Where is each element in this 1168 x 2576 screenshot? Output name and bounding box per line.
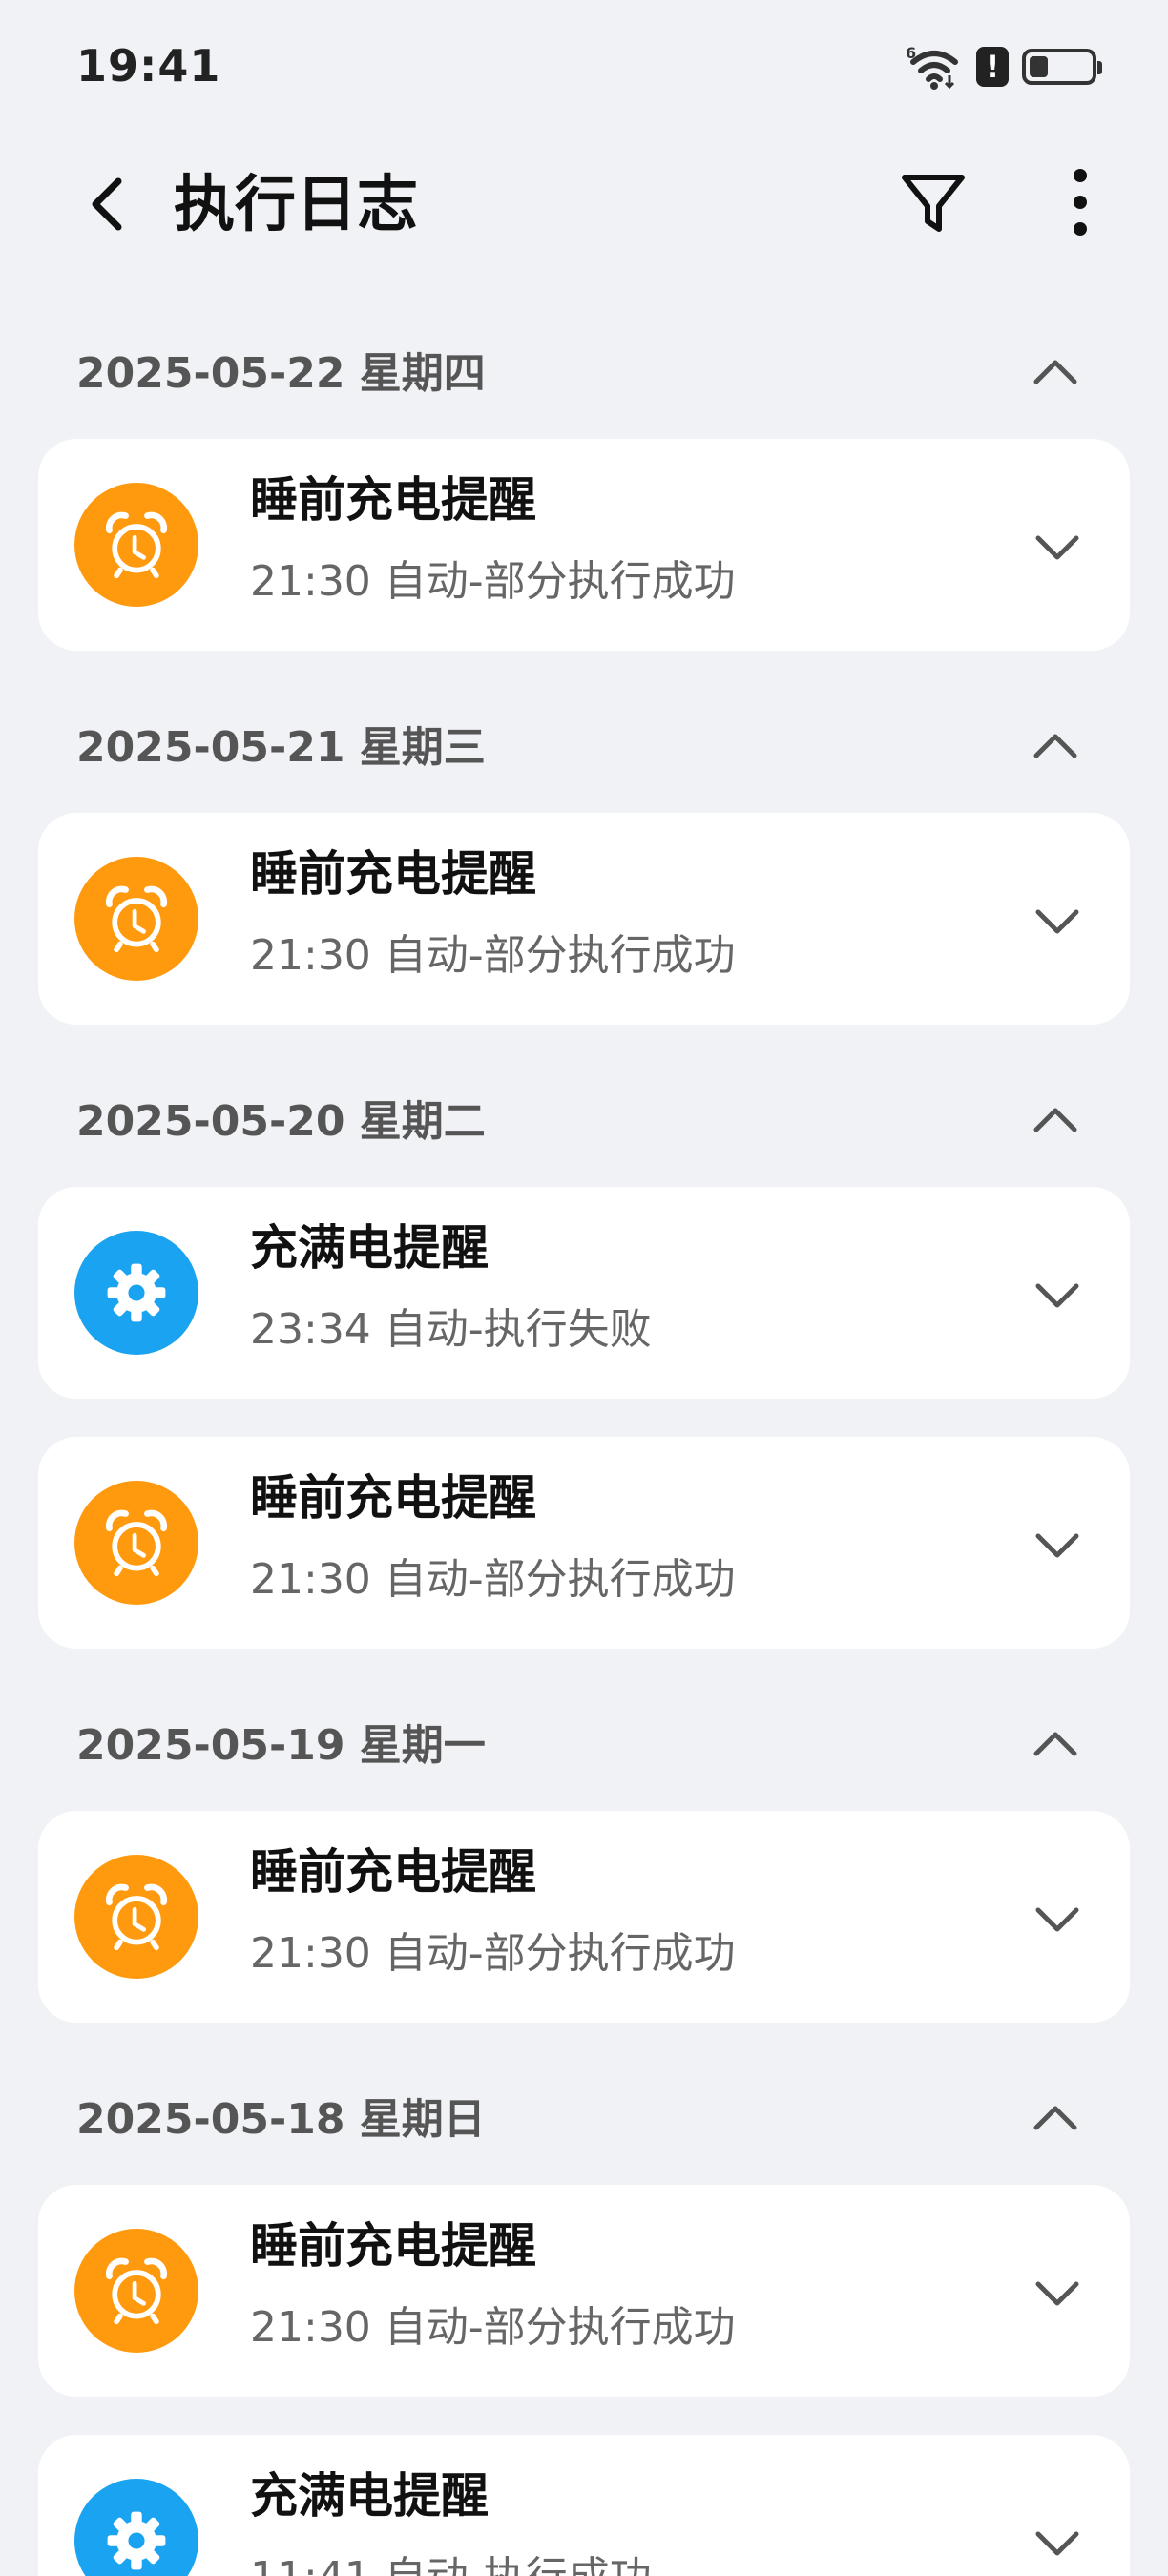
chevron-down-icon[interactable] [1032, 2523, 1082, 2565]
settings-gear-icon [107, 2511, 166, 2570]
log-list: 2025-05-22 星期四睡前充电提醒 21:30 自动-部分执行成功 2025-… [0, 277, 1168, 2576]
date-group-header[interactable]: 2025-05-18 星期日 [0, 2023, 1168, 2185]
entry-status: 21:30 自动-部分执行成功 [250, 2303, 736, 2352]
status-bar: 19:41 6 ! [0, 0, 1168, 134]
chevron-down-icon[interactable] [1032, 2273, 1082, 2315]
battery-level-fill [1030, 56, 1048, 77]
app-header: 执行日志 [0, 134, 1168, 277]
settings-gear-icon [107, 1263, 166, 1322]
entry-title: 睡前充电提醒 [250, 846, 536, 902]
entry-icon-badge [74, 1481, 198, 1605]
entry-status: 21:30 自动-部分执行成功 [250, 931, 736, 980]
alarm-clock-icon [105, 2257, 168, 2325]
date-label: 2025-05-18 星期日 [76, 2095, 486, 2144]
filter-icon[interactable] [897, 166, 970, 239]
entry-icon-badge [74, 1231, 198, 1355]
date-group-header[interactable]: 2025-05-19 星期一 [0, 1649, 1168, 1811]
entry-title: 睡前充电提醒 [250, 1844, 536, 1900]
log-entry-card[interactable]: 充满电提醒 23:34 自动-执行失败 [38, 1187, 1130, 1399]
battery-icon [1022, 49, 1102, 85]
alarm-clock-icon [105, 1883, 168, 1951]
chevron-up-icon[interactable] [1031, 1099, 1080, 1141]
entry-status: 21:30 自动-部分执行成功 [250, 557, 736, 606]
chevron-down-icon[interactable] [1032, 1899, 1082, 1941]
chevron-down-icon[interactable] [1032, 527, 1082, 569]
entry-status: 21:30 自动-部分执行成功 [250, 1929, 736, 1978]
entry-title: 睡前充电提醒 [250, 472, 536, 528]
entry-icon-badge [74, 1855, 198, 1979]
entry-icon-badge [74, 2479, 198, 2576]
entry-icon-badge [74, 857, 198, 981]
chevron-down-icon[interactable] [1032, 1275, 1082, 1317]
wifi-icon: 6 [906, 44, 958, 90]
chevron-up-icon[interactable] [1031, 2097, 1080, 2139]
status-icons: 6 ! [906, 38, 1102, 95]
entry-title: 充满电提醒 [250, 1220, 489, 1276]
date-group-header[interactable]: 2025-05-22 星期四 [0, 277, 1168, 439]
entry-icon-badge [74, 483, 198, 607]
alert-icon: ! [976, 47, 1009, 87]
alarm-clock-icon [105, 1509, 168, 1577]
entry-status: 11:41 自动-执行成功 [250, 2547, 652, 2576]
chevron-left-icon[interactable] [76, 170, 145, 239]
entry-status: 23:34 自动-执行失败 [250, 1305, 652, 1354]
log-entry-card[interactable]: 睡前充电提醒 21:30 自动-部分执行成功 [38, 1437, 1130, 1649]
date-label: 2025-05-19 星期一 [76, 1721, 486, 1770]
date-group-header[interactable]: 2025-05-20 星期二 [0, 1025, 1168, 1187]
date-label: 2025-05-22 星期四 [76, 349, 486, 398]
entry-icon-badge [74, 2229, 198, 2353]
entry-status: 21:30 自动-部分执行成功 [250, 1555, 736, 1604]
chevron-up-icon[interactable] [1031, 351, 1080, 393]
status-time: 19:41 [76, 40, 221, 92]
chevron-up-icon[interactable] [1031, 1723, 1080, 1765]
page-title: 执行日志 [174, 170, 418, 240]
log-entry-card[interactable]: 睡前充电提醒 21:30 自动-部分执行成功 [38, 439, 1130, 651]
chevron-up-icon[interactable] [1031, 725, 1080, 767]
log-entry-card[interactable]: 睡前充电提醒 21:30 自动-部分执行成功 [38, 1811, 1130, 2023]
alarm-clock-icon [105, 885, 168, 953]
date-label: 2025-05-21 星期三 [76, 723, 486, 772]
more-vertical-icon[interactable] [1052, 166, 1109, 239]
log-entry-card[interactable]: 睡前充电提醒 21:30 自动-部分执行成功 [38, 813, 1130, 1025]
chevron-down-icon[interactable] [1032, 1525, 1082, 1567]
entry-title: 充满电提醒 [250, 2468, 489, 2524]
date-label: 2025-05-20 星期二 [76, 1097, 486, 1146]
date-group-header[interactable]: 2025-05-21 星期三 [0, 651, 1168, 813]
log-entry-card[interactable]: 睡前充电提醒 21:30 自动-部分执行成功 [38, 2185, 1130, 2397]
log-entry-card[interactable]: 充满电提醒 11:41 自动-执行成功 [38, 2435, 1130, 2576]
entry-title: 睡前充电提醒 [250, 2218, 536, 2274]
chevron-down-icon[interactable] [1032, 901, 1082, 943]
alarm-clock-icon [105, 511, 168, 579]
entry-title: 睡前充电提醒 [250, 1470, 536, 1526]
